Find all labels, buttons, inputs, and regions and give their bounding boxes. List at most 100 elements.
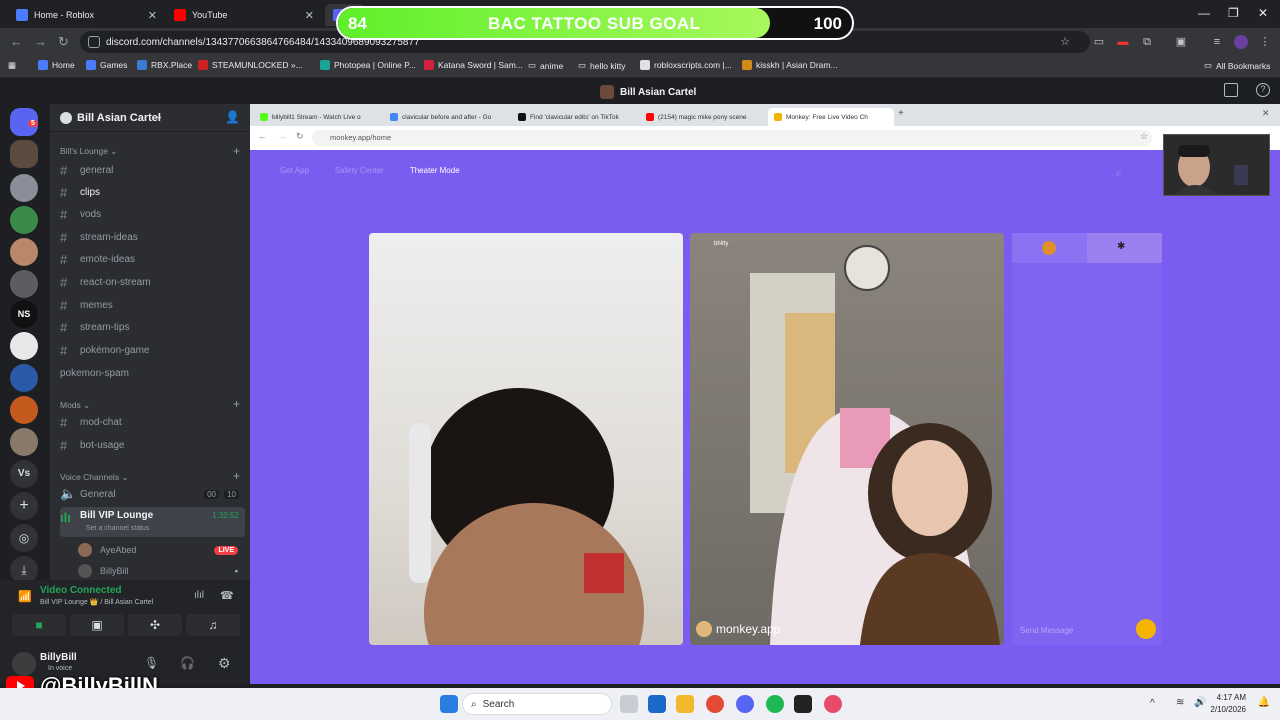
chat-tab-right[interactable]: ✱ bbox=[1087, 233, 1162, 263]
soundboard-button[interactable]: ♫ bbox=[186, 614, 240, 636]
share-screen-button[interactable]: ▣ bbox=[70, 614, 124, 636]
volume-icon[interactable]: 🔊 bbox=[1194, 697, 1206, 708]
start-icon[interactable] bbox=[440, 695, 458, 713]
bookmark-folder[interactable]: ▭ anime bbox=[528, 60, 563, 71]
inner-tab-active[interactable]: Monkey: Free Live Video Ch bbox=[768, 108, 894, 126]
clock[interactable]: 4:17 AM 2/10/2026 bbox=[1210, 692, 1246, 716]
channel-memes[interactable]: # memes bbox=[60, 295, 245, 315]
task-view-icon[interactable] bbox=[620, 695, 638, 713]
star-icon[interactable]: ☆ bbox=[1058, 35, 1072, 49]
widgets-icon[interactable] bbox=[648, 695, 666, 713]
bookmark-item[interactable]: RBX.Place bbox=[137, 60, 192, 70]
close-icon[interactable]: ✕ bbox=[305, 9, 314, 22]
channel-pokemon-spam[interactable]: pokemon-spam bbox=[60, 363, 245, 383]
microphone-icon[interactable]: 🎙 bbox=[144, 656, 159, 670]
server-icon[interactable] bbox=[10, 364, 38, 392]
invite-user-icon[interactable]: 👤 bbox=[225, 110, 240, 124]
add-channel-icon[interactable]: + bbox=[233, 397, 240, 411]
menu-list-icon[interactable]: ≡ bbox=[1210, 35, 1224, 49]
server-icon[interactable] bbox=[10, 270, 38, 298]
channel-general[interactable]: # general bbox=[60, 160, 245, 180]
connection-location[interactable]: Bill VIP Lounge 👑 / Bill Asian Cartel bbox=[40, 598, 153, 606]
close-window-icon[interactable]: ✕ bbox=[1258, 6, 1268, 20]
channel-clips[interactable]: # clips bbox=[60, 182, 245, 202]
bookmark-item[interactable]: Photopea | Online P... bbox=[320, 60, 416, 70]
bookmark-item[interactable]: Games bbox=[86, 60, 127, 70]
inner-url-input[interactable]: monkey.app/home bbox=[312, 130, 1152, 146]
voice-user-billybill[interactable]: BillyBill ▪ bbox=[78, 561, 240, 581]
theater-mode-button[interactable]: Theater Mode bbox=[410, 166, 460, 175]
reload-icon[interactable]: ↻ bbox=[296, 131, 304, 142]
channel-status[interactable]: Set a channel status bbox=[86, 525, 149, 532]
inner-tab[interactable]: (2154) magic mike pony scene bbox=[640, 108, 766, 126]
avatar[interactable] bbox=[1234, 35, 1248, 49]
inner-tab[interactable]: clavicular before and after - Go bbox=[384, 108, 510, 126]
file-explorer-icon[interactable] bbox=[676, 695, 694, 713]
channel-stream-ideas[interactable]: # stream-ideas bbox=[60, 227, 245, 247]
side-panel-icon[interactable]: ▣ bbox=[1174, 35, 1188, 49]
bookmark-folder[interactable]: ▭ hello kitty bbox=[578, 60, 625, 71]
channel-bot-usage[interactable]: # bot-usage bbox=[60, 435, 245, 455]
server-icon[interactable] bbox=[10, 428, 38, 456]
new-tab-icon[interactable]: + bbox=[898, 108, 904, 119]
taskbar-search[interactable]: ⌕ Search bbox=[462, 693, 612, 715]
bookmark-item[interactable]: STEAMUNLOCKED »... bbox=[198, 60, 303, 70]
puzzle-icon[interactable]: ⧉ bbox=[1140, 35, 1154, 49]
extension-icon[interactable]: ▭ bbox=[1092, 35, 1106, 49]
bookmark-item[interactable]: kisskh | Asian Dram... bbox=[742, 60, 838, 70]
bookmark-item[interactable]: robloxscripts.com |... bbox=[640, 60, 732, 70]
safety-center-link[interactable]: Safety Center bbox=[335, 166, 384, 175]
inbox-icon[interactable] bbox=[1224, 83, 1238, 97]
back-icon[interactable]: ← bbox=[258, 131, 267, 141]
site-info-icon[interactable] bbox=[88, 36, 100, 48]
channel-mod-chat[interactable]: # mod-chat bbox=[60, 412, 245, 432]
apps-icon[interactable]: ▦ bbox=[8, 60, 16, 71]
inner-tab[interactable]: billybill1 Stream - Watch Live o bbox=[254, 108, 382, 126]
voice-channel-vip-lounge[interactable]: ılı Bill VIP Lounge 1:32:52 Set a channe… bbox=[60, 507, 245, 537]
headphones-icon[interactable]: 🎧 bbox=[180, 656, 195, 670]
star-icon[interactable]: ☆ bbox=[1140, 131, 1148, 142]
chrome-icon[interactable] bbox=[706, 695, 724, 713]
gift-icon[interactable] bbox=[1136, 619, 1156, 639]
chat-tab-left[interactable] bbox=[1012, 233, 1087, 263]
back-icon[interactable]: ← bbox=[10, 34, 23, 49]
channel-stream-tips[interactable]: # stream-tips bbox=[60, 317, 245, 337]
wifi-icon[interactable]: ≋ bbox=[1176, 697, 1184, 708]
voice-user-ayeabed[interactable]: AyeAbed LIVE bbox=[78, 540, 240, 560]
server-icon[interactable] bbox=[10, 140, 38, 168]
close-icon[interactable]: ✕ bbox=[148, 9, 157, 22]
tab-youtube[interactable]: YouTube ✕ bbox=[166, 4, 320, 26]
add-server-icon[interactable]: + bbox=[10, 492, 38, 520]
server-icon-ns[interactable]: NS bbox=[10, 300, 38, 328]
server-icon[interactable] bbox=[10, 396, 38, 424]
activities-button[interactable]: ✣ bbox=[128, 614, 182, 636]
category-mods[interactable]: Mods ⌄ bbox=[60, 400, 90, 411]
noise-suppression-icon[interactable]: ılıl bbox=[194, 590, 204, 601]
maximize-icon[interactable]: ❐ bbox=[1228, 6, 1239, 20]
inner-tab[interactable]: Find 'clavicular edits' on TikTok bbox=[512, 108, 638, 126]
add-channel-icon[interactable]: + bbox=[233, 144, 240, 158]
app-icon[interactable] bbox=[794, 695, 812, 713]
discord-icon[interactable] bbox=[736, 695, 754, 713]
category-bills-lounge[interactable]: Bill's Lounge ⌄ bbox=[60, 146, 117, 157]
server-icon[interactable] bbox=[10, 174, 38, 202]
server-icon-vs[interactable]: Vs bbox=[10, 460, 38, 488]
tray-chevron-icon[interactable]: ^ bbox=[1150, 698, 1155, 709]
bookmark-item[interactable]: Home bbox=[38, 60, 75, 70]
server-header[interactable]: Bill Asian Cartel ⌄ 👤 bbox=[50, 104, 250, 132]
close-window-icon[interactable]: ✕ bbox=[1262, 108, 1270, 119]
category-voice-channels[interactable]: Voice Channels ⌄ bbox=[60, 472, 129, 483]
all-bookmarks[interactable]: ▭ All Bookmarks bbox=[1204, 60, 1270, 71]
connection-status[interactable]: Video Connected bbox=[40, 585, 122, 596]
search-icon[interactable]: ⌕ bbox=[1116, 168, 1122, 179]
server-icon[interactable] bbox=[10, 332, 38, 360]
forward-icon[interactable]: → bbox=[278, 131, 287, 141]
channel-emote-ideas[interactable]: # emote-ideas bbox=[60, 249, 245, 269]
get-app-link[interactable]: Get App bbox=[280, 166, 309, 175]
channel-vods[interactable]: # vods bbox=[60, 204, 245, 224]
extension-icon[interactable]: ▬ bbox=[1116, 35, 1130, 49]
notification-icon[interactable]: 🔔 bbox=[1258, 697, 1270, 708]
camera-button[interactable]: ■ bbox=[12, 614, 66, 636]
settings-icon[interactable]: ⚙ bbox=[218, 655, 231, 672]
disconnect-icon[interactable]: ☎ bbox=[220, 589, 234, 602]
